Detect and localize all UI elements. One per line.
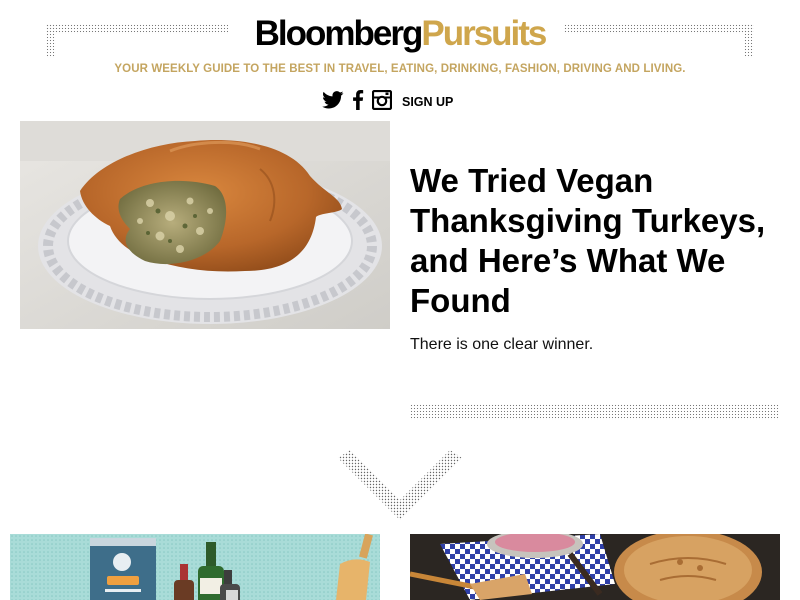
- twitter-icon[interactable]: [322, 91, 344, 109]
- article-headline[interactable]: We Tried Vegan Thanksgiving Turkeys, and…: [410, 161, 795, 321]
- logo-bloomberg-text: Bloomberg: [254, 14, 424, 53]
- bloomberg-pursuits-logo[interactable]: BloombergPursuits: [0, 14, 800, 54]
- newsletter-header: BloombergPursuits YOUR WEEKLY GUIDE TO T…: [0, 0, 800, 120]
- dotted-divider: [410, 404, 779, 420]
- social-bar: SIGN UP: [322, 86, 453, 114]
- facebook-icon[interactable]: [352, 90, 364, 110]
- thumbnail-pies[interactable]: [410, 534, 780, 600]
- hero-image-vegan-turkey[interactable]: [20, 121, 390, 329]
- thumbnail-beverages[interactable]: [10, 534, 380, 600]
- signup-link[interactable]: SIGN UP: [402, 95, 453, 109]
- instagram-icon[interactable]: [372, 90, 392, 110]
- logo-pursuits-text: Pursuits: [421, 14, 547, 53]
- article-dek: There is one clear winner.: [410, 336, 594, 353]
- tagline: YOUR WEEKLY GUIDE TO THE BEST IN TRAVEL,…: [114, 63, 686, 75]
- dotted-chevron-down-icon: [336, 450, 464, 522]
